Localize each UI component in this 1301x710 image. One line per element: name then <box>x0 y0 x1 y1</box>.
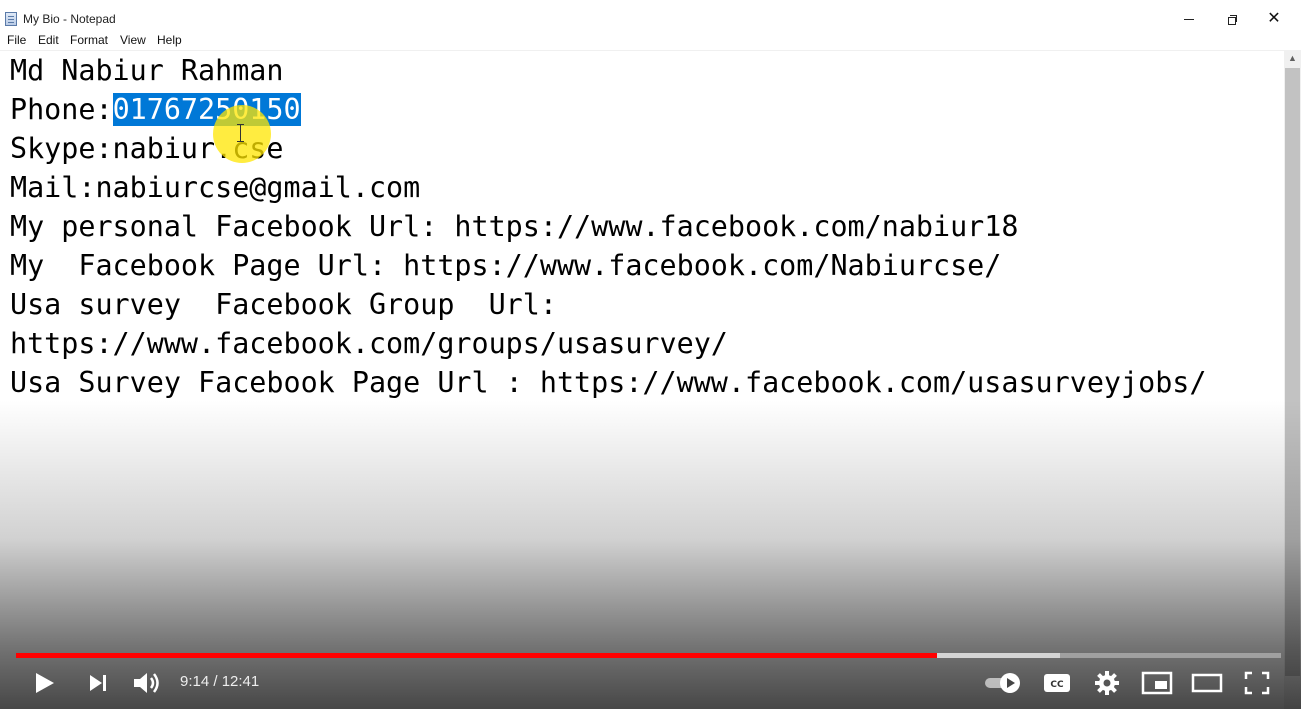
captions-button[interactable]: CC <box>1043 670 1071 696</box>
editor-line-personal-facebook: My personal Facebook Url: https://www.fa… <box>10 210 1019 243</box>
editor-line-survey-page: Usa Survey Facebook Page Url : https://w… <box>10 366 1207 399</box>
editor-line-group-label: Usa survey Facebook Group Url: <box>10 288 557 321</box>
editor-line-mail: Mail:nabiurcse@gmail.com <box>10 171 421 204</box>
window-title: My Bio - Notepad <box>23 12 116 26</box>
miniplayer-icon <box>1141 671 1173 695</box>
settings-icon <box>1095 671 1119 695</box>
menu-edit[interactable]: Edit <box>38 33 59 47</box>
window-titlebar[interactable]: My Bio - Notepad ✕ <box>0 0 1301 30</box>
text-cursor-icon <box>237 124 244 142</box>
restore-icon <box>1227 15 1237 26</box>
time-display: 9:14 / 12:41 <box>180 673 260 690</box>
scroll-up-icon[interactable]: ▲ <box>1284 50 1301 67</box>
theater-mode-button[interactable] <box>1191 670 1223 696</box>
miniplayer-button[interactable] <box>1141 670 1173 696</box>
editor-line-group-url: https://www.facebook.com/groups/usasurve… <box>10 327 728 360</box>
next-icon <box>90 675 106 691</box>
menu-file[interactable]: File <box>7 33 26 47</box>
cursor-highlight <box>213 105 271 163</box>
restore-button[interactable] <box>1210 8 1254 30</box>
video-progress-bar[interactable] <box>16 653 1281 658</box>
fullscreen-button[interactable] <box>1243 670 1271 696</box>
close-icon: ✕ <box>1267 10 1281 27</box>
menu-help[interactable]: Help <box>157 33 182 47</box>
phone-label: Phone: <box>10 93 113 126</box>
next-button[interactable] <box>86 671 110 695</box>
autoplay-toggle-icon <box>985 673 1020 693</box>
scrollbar-thumb[interactable] <box>1285 68 1300 676</box>
play-icon <box>36 673 54 693</box>
vertical-scrollbar[interactable]: ▲ <box>1284 50 1301 709</box>
fullscreen-icon <box>1244 671 1270 695</box>
autoplay-toggle[interactable] <box>983 670 1023 696</box>
minimize-icon <box>1184 19 1194 21</box>
menu-bar: File Edit Format View Help <box>0 30 1301 50</box>
svg-text:CC: CC <box>1050 680 1064 690</box>
editor-line-name: Md Nabiur Rahman <box>10 54 284 87</box>
editor-line-facebook-page: My Facebook Page Url: https://www.facebo… <box>10 249 1002 282</box>
menu-view[interactable]: View <box>120 33 146 47</box>
menu-format[interactable]: Format <box>70 33 108 47</box>
captions-icon: CC <box>1044 674 1070 692</box>
minimize-button[interactable] <box>1167 8 1211 30</box>
settings-button[interactable] <box>1093 668 1121 698</box>
close-button[interactable]: ✕ <box>1252 8 1296 30</box>
volume-button[interactable] <box>131 668 163 698</box>
notepad-app-icon <box>5 12 17 26</box>
play-button[interactable] <box>30 669 58 697</box>
text-editor-area[interactable]: Md Nabiur Rahman Phone:01767250150 Skype… <box>0 50 1284 710</box>
theater-mode-icon <box>1191 673 1223 693</box>
selected-phone-number[interactable]: 01767250150 <box>112 93 301 126</box>
volume-icon <box>134 673 159 693</box>
progress-played <box>16 653 937 658</box>
